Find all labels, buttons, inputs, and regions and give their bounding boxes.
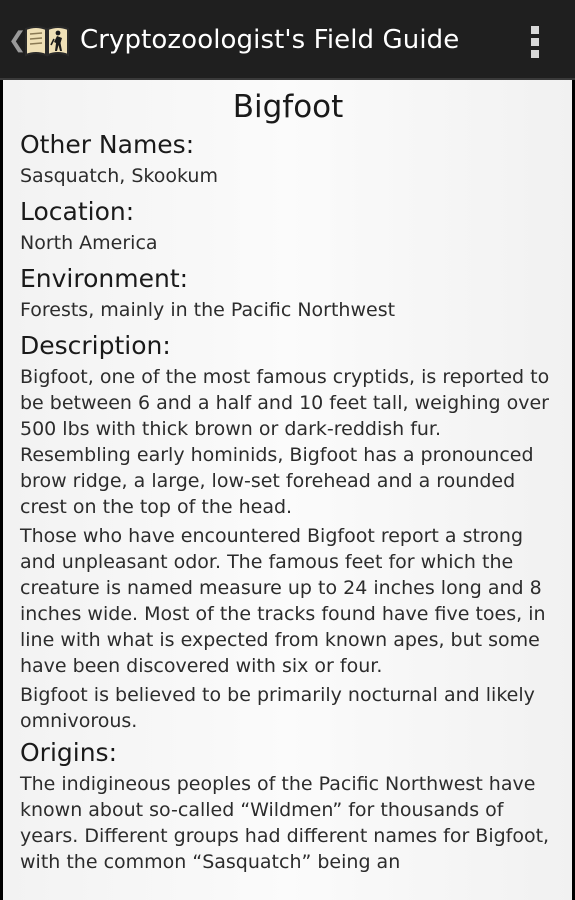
location-heading: Location: — [20, 197, 135, 226]
field-guide-book-icon — [24, 24, 70, 62]
description-paragraph: Bigfoot, one of the most famous cryptids… — [20, 366, 550, 518]
entry-title: Bigfoot — [232, 89, 344, 125]
app-screen: ❮ Cryptozoologist's Field Guide Bigfoot … — [0, 0, 575, 900]
entry-content[interactable]: Bigfoot Other Names: Sasquatch, Skookum … — [3, 80, 572, 900]
action-bar: ❮ Cryptozoologist's Field Guide — [0, 0, 575, 80]
app-title: Cryptozoologist's Field Guide — [80, 25, 460, 55]
description-paragraph: Bigfoot is believed to be primarily noct… — [20, 684, 535, 732]
environment-heading: Environment: — [20, 264, 189, 293]
location-value: North America — [20, 232, 158, 254]
up-navigation-button[interactable]: ❮ — [6, 18, 72, 64]
origins-heading: Origins: — [20, 738, 118, 767]
description-paragraph: Those who have encountered Bigfoot repor… — [20, 525, 546, 677]
overflow-menu-icon[interactable] — [529, 24, 541, 60]
other-names-value: Sasquatch, Skookum — [20, 165, 218, 187]
other-names-heading: Other Names: — [20, 130, 195, 159]
description-heading: Description: — [20, 331, 171, 360]
environment-value: Forests, mainly in the Pacific Northwest — [20, 299, 396, 321]
origins-paragraph: The indigineous peoples of the Pacific N… — [20, 773, 550, 873]
